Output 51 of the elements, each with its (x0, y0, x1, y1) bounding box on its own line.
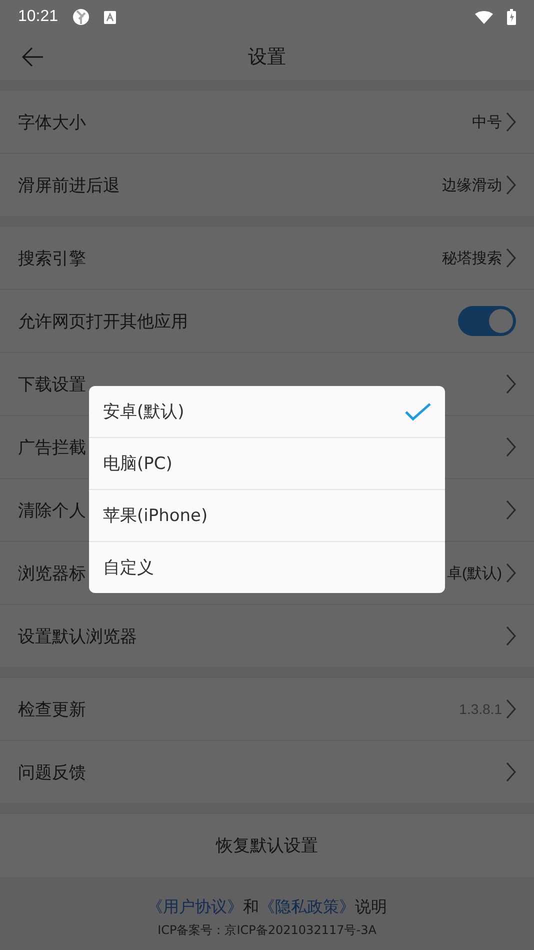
row-label: 滑屏前进后退 (18, 174, 120, 196)
wifi-icon (475, 10, 493, 24)
footer-text: 和 (243, 897, 259, 918)
dialog-option[interactable]: 电脑(PC) (89, 437, 445, 489)
chevron-icon (506, 112, 516, 132)
user-agreement-link[interactable]: 《用户协议》 (147, 897, 243, 918)
row-value: 秘塔搜索 (442, 248, 502, 268)
row-label: 问题反馈 (18, 762, 86, 784)
chevron-icon (506, 762, 516, 782)
settings-row[interactable]: 设置默认浏览器 (0, 605, 534, 667)
battery-icon (507, 9, 516, 25)
option-label: 苹果(iPhone) (103, 505, 209, 527)
chevron-icon (506, 563, 516, 583)
settings-row[interactable]: 字体大小 中号 (0, 91, 534, 154)
row-label: 设置默认浏览器 (18, 626, 137, 648)
chevron-icon (506, 626, 516, 646)
chevron-icon (506, 175, 516, 195)
status-time: 10:21 (18, 8, 58, 26)
restore-defaults-button[interactable]: 恢复默认设置 (0, 814, 534, 877)
settings-row[interactable]: 搜索引擎 秘塔搜索 (0, 227, 534, 290)
privacy-policy-link[interactable]: 《隐私政策》 (259, 897, 355, 918)
row-label: 浏览器标 (18, 562, 86, 584)
keyboard-icon (104, 10, 116, 24)
chevron-icon (506, 699, 516, 719)
page-title: 设置 (248, 45, 286, 70)
icp-number: ICP备案号：京ICP备2021032117号-3A (158, 922, 376, 939)
row-value: 中号 (472, 112, 502, 132)
chevron-icon (506, 248, 516, 268)
row-label: 广告拦截 (18, 436, 86, 458)
check-icon (405, 402, 431, 420)
row-label: 清除个人 (18, 500, 86, 522)
row-label: 检查更新 (18, 698, 86, 720)
dialog-option[interactable]: 自定义 (89, 541, 445, 593)
chevron-icon (506, 374, 516, 394)
row-value: 卓(默认) (447, 564, 502, 582)
option-label: 电脑(PC) (103, 453, 174, 475)
settings-row[interactable]: 滑屏前进后退 边缘滑动 (0, 154, 534, 216)
footer-text: 说明 (355, 897, 387, 918)
row-label: 字体大小 (18, 112, 86, 134)
chevron-icon (506, 437, 516, 457)
toggle-switch[interactable] (458, 306, 516, 336)
settings-row[interactable]: 问题反馈 (0, 741, 534, 803)
chevron-icon (506, 500, 516, 520)
settings-row[interactable]: 允许网页打开其他应用 (0, 290, 534, 353)
row-value: 边缘滑动 (442, 176, 502, 194)
dialog-option[interactable]: 苹果(iPhone) (89, 489, 445, 541)
row-label: 允许网页打开其他应用 (18, 310, 188, 332)
option-label: 自定义 (103, 557, 155, 579)
back-arrow-icon[interactable] (22, 46, 44, 68)
row-label: 搜索引擎 (18, 248, 86, 270)
row-label: 下载设置 (18, 374, 86, 396)
